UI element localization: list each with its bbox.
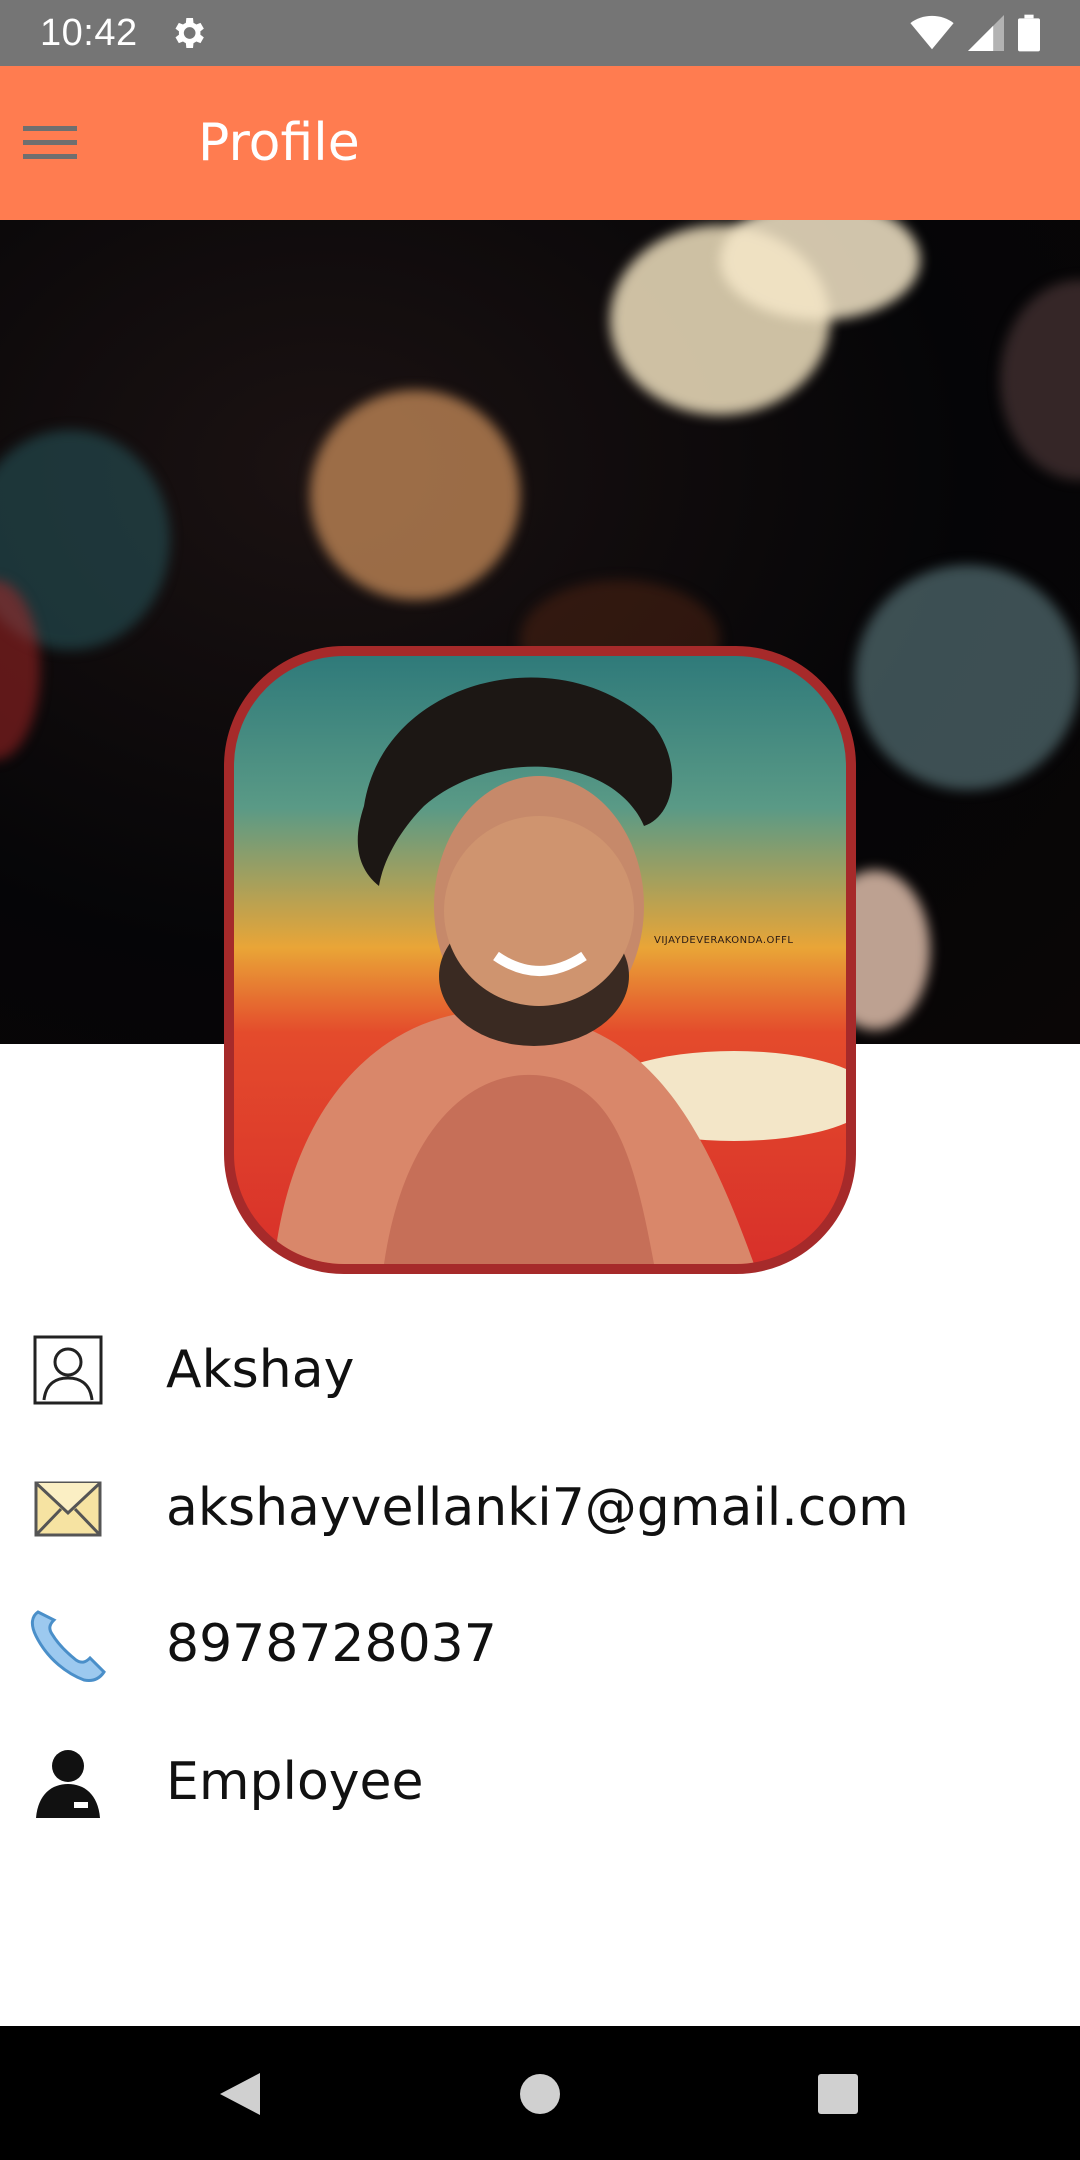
- phone-icon: [28, 1604, 108, 1684]
- profile-name: Akshay: [166, 1340, 355, 1400]
- envelope-icon: [28, 1468, 108, 1548]
- recents-icon[interactable]: [817, 2073, 859, 2115]
- page-title: Profile: [198, 113, 360, 173]
- hamburger-menu-icon: [23, 126, 77, 159]
- wifi-icon: [910, 15, 954, 50]
- profile-phone: 8978728037: [166, 1614, 497, 1674]
- profile-role: Employee: [166, 1752, 424, 1812]
- role-row: Employee: [0, 1722, 1080, 1842]
- person-outline-icon: [28, 1330, 108, 1410]
- signal-icon: [968, 15, 1004, 51]
- home-icon[interactable]: [519, 2073, 561, 2115]
- system-nav-bar: [0, 2026, 1080, 2160]
- battery-icon: [1018, 14, 1040, 52]
- app-bar: Profile: [0, 66, 1080, 220]
- status-bar: 10:42: [0, 0, 1080, 66]
- profile-email: akshayvellanki7@gmail.com: [166, 1478, 909, 1538]
- gear-icon: [175, 18, 204, 48]
- avatar-watermark: VIJAYDEVERAKONDA.OFFL: [654, 935, 794, 946]
- status-icons: [910, 14, 1040, 52]
- hamburger-menu-button[interactable]: [0, 93, 100, 193]
- phone-row: 8978728037: [0, 1584, 1080, 1704]
- status-time: 10:42: [40, 11, 138, 54]
- profile-avatar[interactable]: VIJAYDEVERAKONDA.OFFL: [224, 646, 856, 1274]
- employee-icon: [28, 1742, 108, 1822]
- avatar-photo: [274, 677, 846, 1264]
- email-row: akshayvellanki7@gmail.com: [0, 1448, 1080, 1568]
- back-icon[interactable]: [218, 2071, 262, 2117]
- name-row: Akshay: [0, 1310, 1080, 1430]
